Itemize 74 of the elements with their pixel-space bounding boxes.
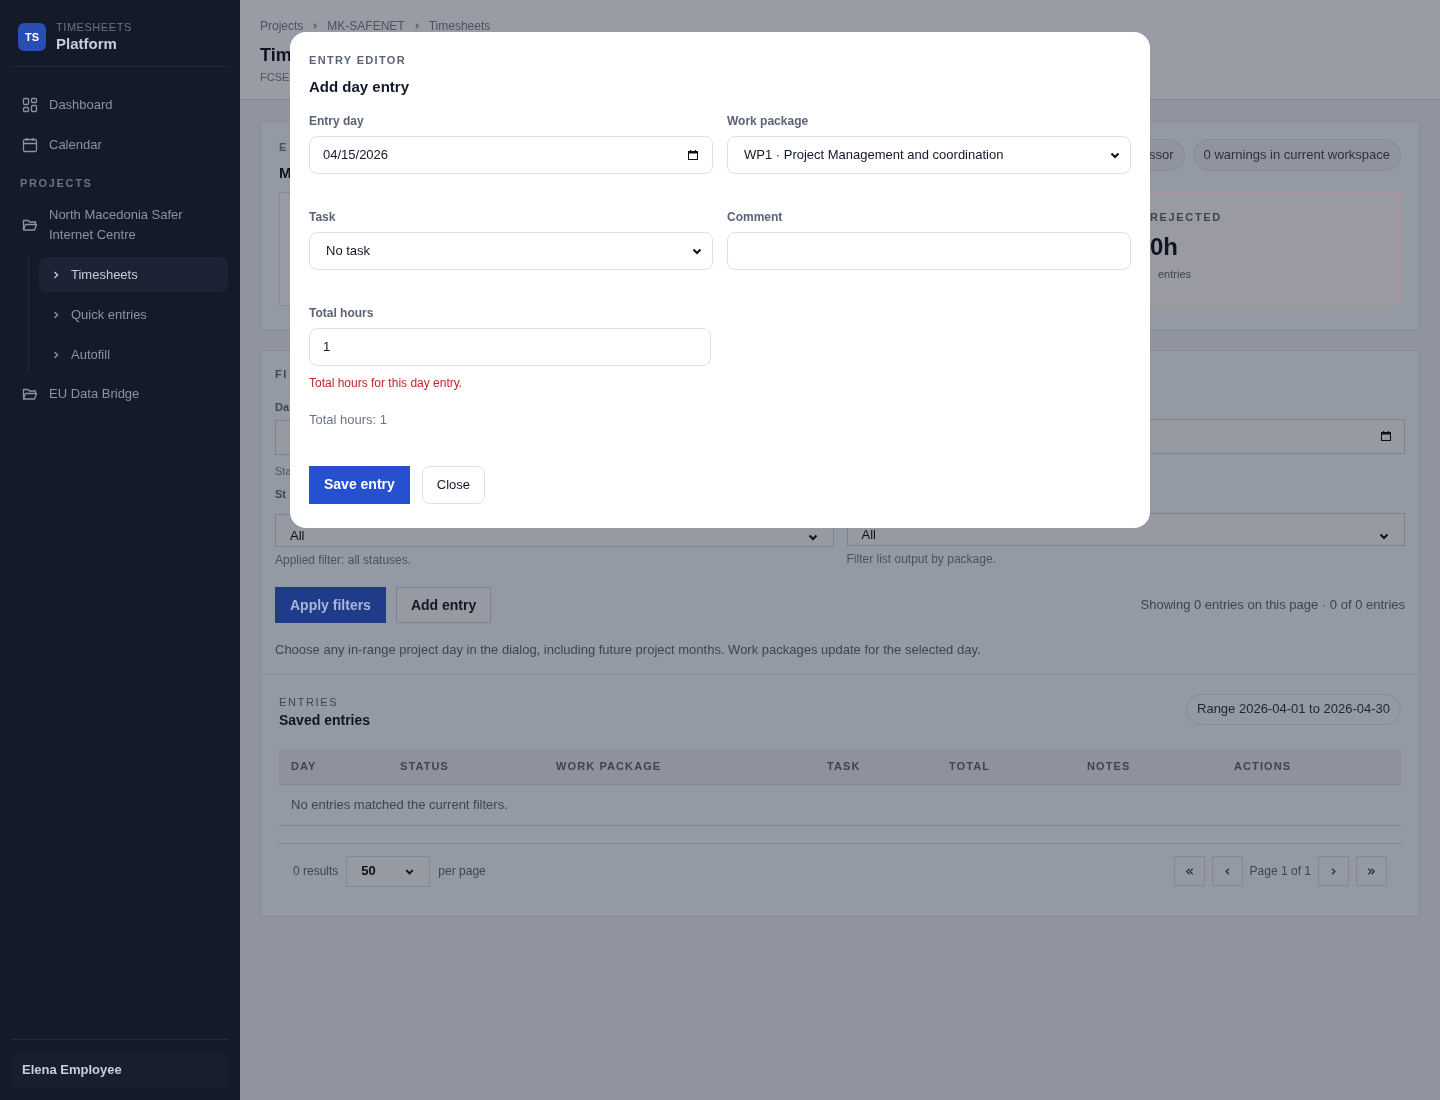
- breadcrumb-link[interactable]: Timesheets: [428, 17, 491, 35]
- field-hint: Applied filter: all statuses.: [275, 552, 413, 569]
- dialog-title: Add day entry: [309, 76, 411, 97]
- save-button[interactable]: Save entry: [309, 465, 410, 504]
- grid-icon: [22, 96, 38, 113]
- column-header: DAY: [291, 759, 318, 775]
- subnav-item[interactable]: Timesheets: [39, 257, 228, 292]
- card-eyebrow: FI: [275, 367, 289, 382]
- stat-label: REJECTED: [1150, 210, 1223, 225]
- add-entry-button[interactable]: Add entry: [395, 587, 492, 623]
- column-header: TASK: [827, 759, 862, 775]
- card-title: M: [279, 162, 292, 183]
- field-label: St: [275, 486, 286, 502]
- calendar-icon: [687, 149, 699, 161]
- calendar-icon: [22, 136, 38, 153]
- chevron-right-icon: [51, 309, 61, 320]
- brand-eyebrow: TIMESHEETS: [56, 21, 132, 35]
- input-field: 1: [309, 328, 711, 366]
- status-pill: 0 warnings in current workspace: [1192, 139, 1401, 171]
- subnav-item[interactable]: Quick entries: [39, 297, 228, 332]
- nav-item[interactable]: Calendar: [12, 124, 228, 165]
- field-label: Da: [275, 399, 290, 415]
- subnav-item[interactable]: Autofill: [39, 337, 228, 372]
- user-name: Elena Employee: [12, 1052, 228, 1088]
- section-label: PROJECTS: [19, 175, 94, 191]
- help-text: Choose any in-range project day in the dialog, including future project months. Work packages update for the selected day.: [275, 641, 982, 659]
- select-field: No task: [309, 232, 713, 270]
- column-header: WORK PACKAGE: [556, 759, 663, 775]
- column-header: TOTAL: [949, 759, 992, 775]
- close-button[interactable]: Close: [421, 465, 486, 504]
- per-page-label: per page: [438, 863, 486, 880]
- card-eyebrow: E: [279, 140, 289, 155]
- chevron-right-icon: [311, 22, 320, 30]
- nav-item[interactable]: Dashboard: [12, 84, 228, 125]
- folder-icon: [22, 217, 38, 233]
- stat-value: 0h: [1150, 231, 1179, 262]
- next-page-button[interactable]: [1318, 856, 1349, 886]
- select-field: WP1 · Project Management and coordination: [727, 136, 1131, 174]
- field-label: Task: [309, 209, 336, 226]
- page-title: Tim: [260, 44, 292, 67]
- total-hours: Total hours: 1: [309, 411, 389, 429]
- first-page-button[interactable]: [1173, 856, 1205, 886]
- page-subtitle: FCSE: [260, 70, 290, 85]
- brand-title: Platform: [56, 34, 118, 54]
- card-eyebrow: ENTRIES: [279, 694, 340, 710]
- chevron-right-icon: [51, 349, 61, 360]
- breadcrumb-link[interactable]: Projects: [260, 17, 304, 35]
- column-header: NOTES: [1087, 759, 1132, 775]
- field-hint: Filter list output by package.: [846, 550, 997, 568]
- dialog-eyebrow: ENTRY EDITOR: [309, 53, 407, 68]
- date-field: 04/15/2026: [309, 136, 713, 174]
- column-header: ACTIONS: [1234, 759, 1293, 775]
- error-message: Total hours for this day entry.: [309, 375, 463, 392]
- chevron-right-icon: [51, 269, 61, 280]
- field-label: Entry day: [309, 113, 364, 130]
- results-summary: Showing 0 entries on this page · 0 of 0 entries: [1140, 596, 1405, 615]
- project-item[interactable]: North Macedonia Safer Internet Centre: [12, 199, 228, 251]
- field-label: Work package: [727, 113, 809, 130]
- last-page-button[interactable]: [1356, 856, 1387, 886]
- previous-page-button[interactable]: [1211, 856, 1243, 886]
- stat-note: entries: [1157, 266, 1193, 282]
- results-count: 0 results: [293, 863, 339, 880]
- field-label: Comment: [727, 209, 783, 226]
- field-label: Total hours: [309, 305, 374, 322]
- column-header: STATUS: [400, 759, 450, 775]
- per-page-select[interactable]: 50: [346, 855, 431, 887]
- apply-button[interactable]: Apply filters: [275, 587, 386, 623]
- calendar-icon: [1380, 430, 1392, 442]
- folder-icon: [22, 386, 38, 402]
- card-title: Saved entries: [279, 711, 371, 730]
- empty-message: No entries matched the current filters.: [291, 796, 508, 815]
- project-item[interactable]: EU Data Bridge: [12, 378, 228, 410]
- page-indicator: Page 1 of 1: [1249, 863, 1311, 880]
- logo-badge: TS: [18, 23, 46, 52]
